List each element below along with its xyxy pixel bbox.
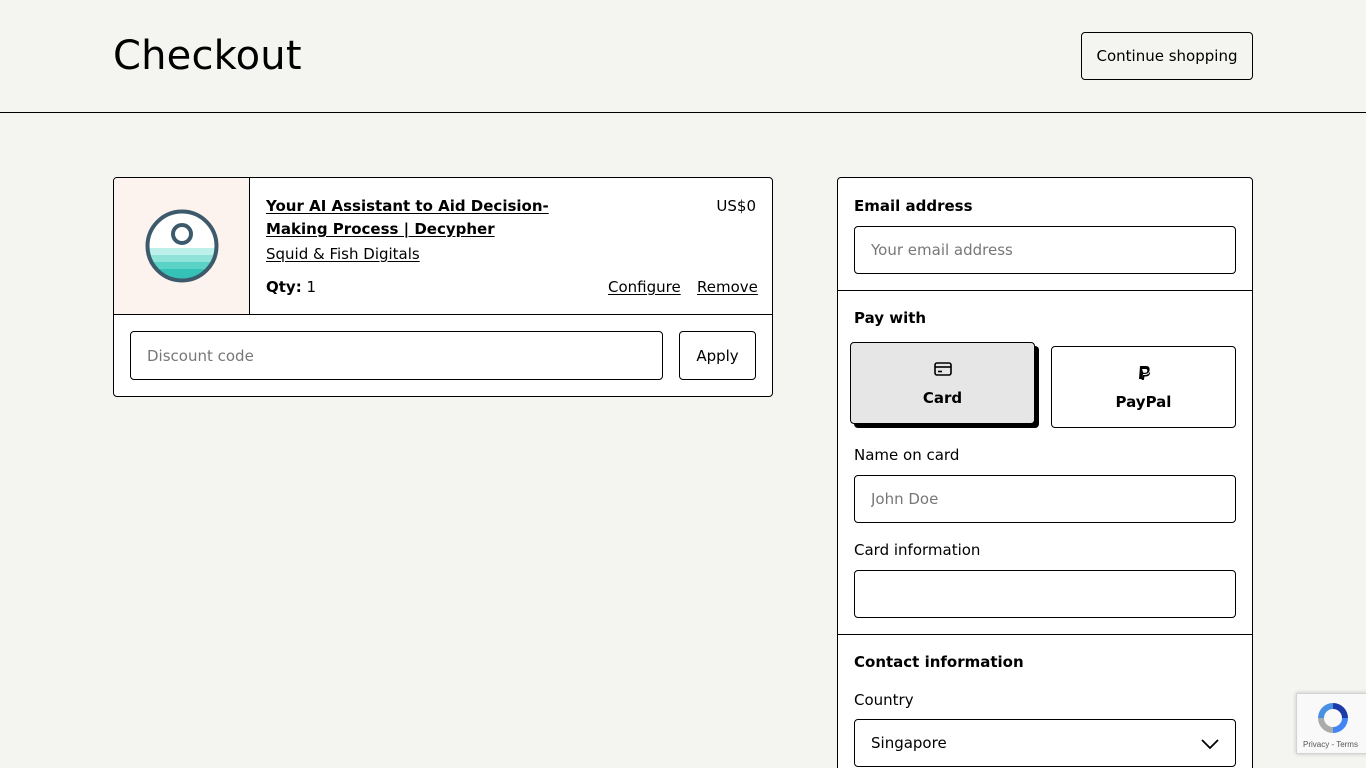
cart-divider [114, 314, 772, 315]
chevron-down-icon [1201, 736, 1219, 754]
section-divider [838, 634, 1252, 635]
product-price: US$0 [716, 197, 756, 215]
recaptcha-footer[interactable]: Privacy - Terms [1303, 740, 1358, 749]
recaptcha-badge[interactable]: Privacy - Terms [1296, 693, 1366, 754]
pay-method-label: PayPal [1115, 393, 1172, 411]
configure-link[interactable]: Configure [608, 278, 681, 296]
page-header: Checkout Continue shopping [0, 0, 1366, 113]
country-value: Singapore [871, 734, 947, 752]
product-thumbnail[interactable] [114, 178, 250, 315]
pay-with-label: Pay with [854, 309, 927, 327]
email-input[interactable] [854, 226, 1236, 274]
discount-code-input[interactable] [130, 331, 663, 380]
quantity-label: Qty: [266, 278, 302, 296]
paypal-icon [1137, 363, 1151, 383]
cart-card: Your AI Assistant to Aid Decision-Making… [113, 177, 773, 397]
email-label: Email address [854, 197, 973, 215]
pay-method-card[interactable]: Card [850, 342, 1035, 424]
pay-method-paypal[interactable]: PayPal [1051, 346, 1236, 428]
product-title-link[interactable]: Your AI Assistant to Aid Decision-Making… [266, 195, 596, 241]
section-divider [838, 290, 1252, 291]
card-information-label: Card information [854, 541, 981, 559]
contact-information-label: Contact information [854, 653, 1024, 671]
product-seller-link[interactable]: Squid & Fish Digitals [266, 245, 420, 263]
country-label: Country [854, 691, 914, 709]
payment-panel: Email address Pay with Card PayPal Name … [837, 177, 1253, 768]
pay-method-label: Card [922, 389, 963, 407]
quantity: Qty: 1 [266, 278, 316, 296]
quantity-value: 1 [306, 278, 317, 296]
name-on-card-input[interactable] [854, 475, 1236, 523]
card-information-input[interactable] [854, 570, 1236, 618]
page-title: Checkout [113, 33, 302, 79]
credit-card-icon [933, 359, 952, 379]
country-select[interactable]: Singapore [854, 719, 1236, 767]
decypher-logo-icon [145, 209, 219, 283]
continue-shopping-button[interactable]: Continue shopping [1081, 32, 1253, 80]
remove-link[interactable]: Remove [697, 278, 758, 296]
apply-discount-button[interactable]: Apply [679, 331, 756, 380]
name-on-card-label: Name on card [854, 446, 960, 464]
recaptcha-icon [1318, 703, 1348, 733]
